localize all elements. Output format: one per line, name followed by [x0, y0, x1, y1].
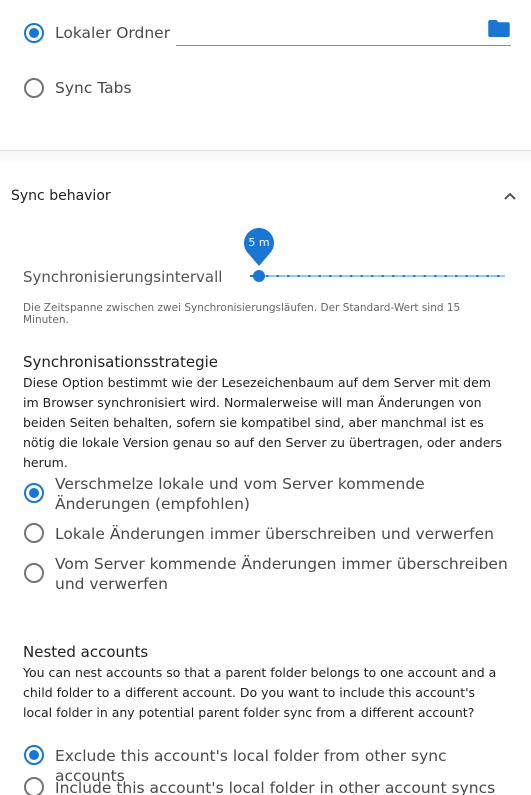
local-folder-label: Lokaler Ordner [55, 24, 171, 42]
local-folder-input[interactable] [176, 16, 511, 46]
sync-interval-hint: Die Zeitspanne zwischen zwei Synchronisi… [23, 302, 461, 326]
nested-exclude-radio[interactable] [24, 745, 44, 765]
strategy-overwrite-server-radio[interactable] [24, 563, 44, 583]
local-folder-radio[interactable] [24, 23, 44, 43]
strategy-merge-label: Verschmelze lokale und vom Server kommen… [55, 475, 425, 513]
section-divider [0, 150, 531, 164]
sync-interval-label: Synchronisierungsintervall [23, 268, 223, 286]
folder-icon[interactable] [488, 20, 510, 37]
sync-interval-slider-thumb[interactable] [253, 270, 265, 282]
strategy-overwrite-local-label: Lokale Änderungen immer überschreiben un… [55, 525, 494, 543]
nested-accounts-description: You can nest accounts so that a parent f… [23, 665, 497, 720]
chevron-up-icon[interactable] [500, 186, 520, 206]
nested-accounts-heading: Nested accounts [23, 643, 149, 661]
sync-tabs-radio[interactable] [24, 78, 44, 98]
sync-tabs-label: Sync Tabs [55, 79, 132, 97]
strategy-overwrite-server-label: Vom Server kommende Änderungen immer übe… [55, 555, 508, 593]
nested-include-radio[interactable] [24, 777, 44, 795]
strategy-merge-radio[interactable] [24, 483, 44, 503]
strategy-overwrite-local-radio[interactable] [24, 523, 44, 543]
slider-value-text: 5 m [248, 236, 270, 249]
sync-interval-slider-ticks [262, 275, 505, 277]
strategy-heading: Synchronisationsstrategie [23, 353, 218, 371]
nested-include-label: Include this account's local folder in o… [55, 779, 496, 795]
strategy-description: Diese Option bestimmt wie der Lesezeiche… [23, 375, 503, 470]
sync-behavior-header[interactable]: Sync behavior [11, 188, 111, 204]
